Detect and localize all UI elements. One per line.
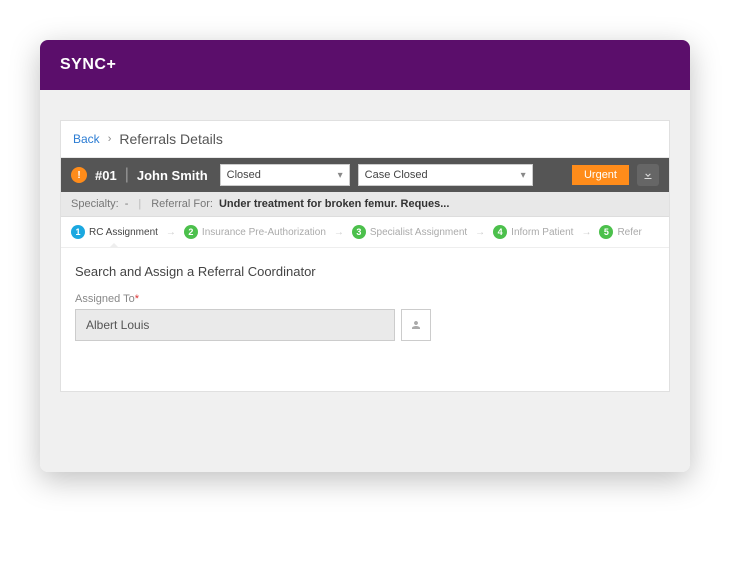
case-id: #01: [95, 168, 117, 183]
urgent-button[interactable]: Urgent: [572, 165, 629, 185]
step-number: 3: [352, 225, 366, 239]
alert-badge-icon: !: [71, 167, 87, 183]
step-rc-assignment[interactable]: 1 RC Assignment: [71, 225, 158, 239]
patient-name: John Smith: [137, 168, 212, 183]
referral-for-value: Under treatment for broken femur. Reques…: [219, 198, 449, 210]
case-header: ! #01 | John Smith Closed Case Closed Ur…: [61, 158, 669, 192]
topbar: SYNC+: [40, 40, 690, 90]
step-label: Refer: [617, 227, 641, 238]
download-icon[interactable]: [637, 164, 659, 186]
back-link[interactable]: Back: [73, 132, 100, 146]
step-tracker: 1 RC Assignment → 2 Insurance Pre-Author…: [61, 217, 669, 248]
step-label: Insurance Pre-Authorization: [202, 227, 326, 238]
status-dropdown-2[interactable]: Case Closed: [358, 164, 533, 186]
content-area: Back › Referrals Details ! #01 | John Sm…: [40, 90, 690, 472]
arrow-icon: →: [166, 227, 176, 238]
referral-for-label: Referral For:: [151, 198, 213, 210]
assigned-to-label: Assigned To*: [75, 293, 655, 305]
specialty-value: -: [125, 198, 129, 210]
status-dropdown-1[interactable]: Closed: [220, 164, 350, 186]
step-number: 2: [184, 225, 198, 239]
assigned-to-input[interactable]: [75, 309, 395, 341]
step-label: RC Assignment: [89, 227, 158, 238]
specialty-label: Specialty:: [71, 198, 119, 210]
breadcrumb: Back › Referrals Details: [61, 121, 669, 158]
arrow-icon: →: [475, 227, 485, 238]
required-indicator: *: [135, 293, 139, 305]
dropdown-value: Closed: [227, 169, 261, 181]
user-icon: [410, 319, 422, 331]
subheader: Specialty: - | Referral For: Under treat…: [61, 192, 669, 217]
chevron-right-icon: ›: [108, 133, 112, 145]
section-title: Search and Assign a Referral Coordinator: [75, 264, 655, 279]
page-card: Back › Referrals Details ! #01 | John Sm…: [60, 120, 670, 392]
app-window: SYNC+ Back › Referrals Details ! #01 | J…: [40, 40, 690, 472]
arrow-icon: →: [581, 227, 591, 238]
divider: |: [125, 166, 129, 184]
step-refer[interactable]: 5 Refer: [599, 225, 641, 239]
arrow-icon: →: [334, 227, 344, 238]
assign-section: Search and Assign a Referral Coordinator…: [61, 248, 669, 391]
assigned-field-row: [75, 309, 655, 341]
step-insurance[interactable]: 2 Insurance Pre-Authorization: [184, 225, 326, 239]
step-number: 5: [599, 225, 613, 239]
step-inform-patient[interactable]: 4 Inform Patient: [493, 225, 573, 239]
page-title: Referrals Details: [119, 131, 222, 147]
step-specialist[interactable]: 3 Specialist Assignment: [352, 225, 467, 239]
step-number: 4: [493, 225, 507, 239]
step-number: 1: [71, 225, 85, 239]
dropdown-value: Case Closed: [365, 169, 428, 181]
divider: |: [138, 198, 141, 210]
user-picker-button[interactable]: [401, 309, 431, 341]
step-label: Inform Patient: [511, 227, 573, 238]
brand-logo: SYNC+: [60, 56, 116, 74]
step-label: Specialist Assignment: [370, 227, 467, 238]
